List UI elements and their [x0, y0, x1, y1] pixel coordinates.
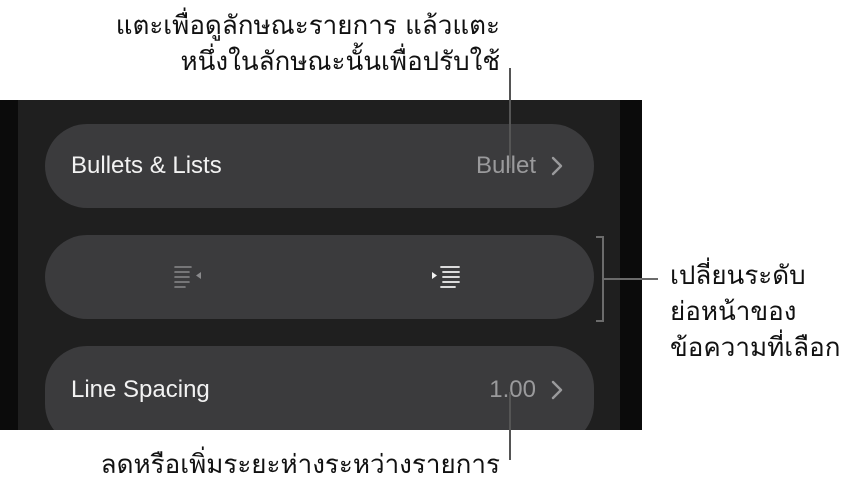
panel-clip: Line Spacing 1.00 — [0, 100, 642, 430]
line-spacing-value: 1.00 — [489, 376, 536, 403]
callout-line-spacing: ลดหรือเพิ่มระยะห่างระหว่างรายการ — [101, 447, 500, 483]
line-spacing-label: Line Spacing — [71, 376, 210, 403]
leader-line-right — [604, 278, 658, 280]
callout-line: ย่อหน้าของ — [670, 297, 797, 327]
bracket-bottom — [596, 320, 604, 322]
leader-line-bottom — [509, 392, 511, 460]
bracket-top — [596, 236, 604, 238]
callout-line: หนึ่งในลักษณะนั้นเพื่อปรับใช้ — [180, 47, 500, 77]
callout-line: ลดหรือเพิ่มระยะห่างระหว่างรายการ — [100, 450, 500, 480]
callout-line: เปลี่ยนระดับ — [670, 261, 806, 291]
chevron-right-icon — [551, 380, 563, 400]
callout-bullets-lists: แตะเพื่อดูลักษณะรายการ แล้วแตะ หนึ่งในลั… — [116, 8, 500, 80]
callout-indent: เปลี่ยนระดับ ย่อหน้าของ ข้อความที่เลือก — [670, 258, 840, 366]
leader-line-top — [509, 68, 511, 168]
callout-line: แตะเพื่อดูลักษณะรายการ แล้วแตะ — [115, 11, 500, 41]
callout-line: ข้อความที่เลือก — [670, 333, 841, 363]
line-spacing-row[interactable]: Line Spacing 1.00 — [45, 346, 594, 430]
